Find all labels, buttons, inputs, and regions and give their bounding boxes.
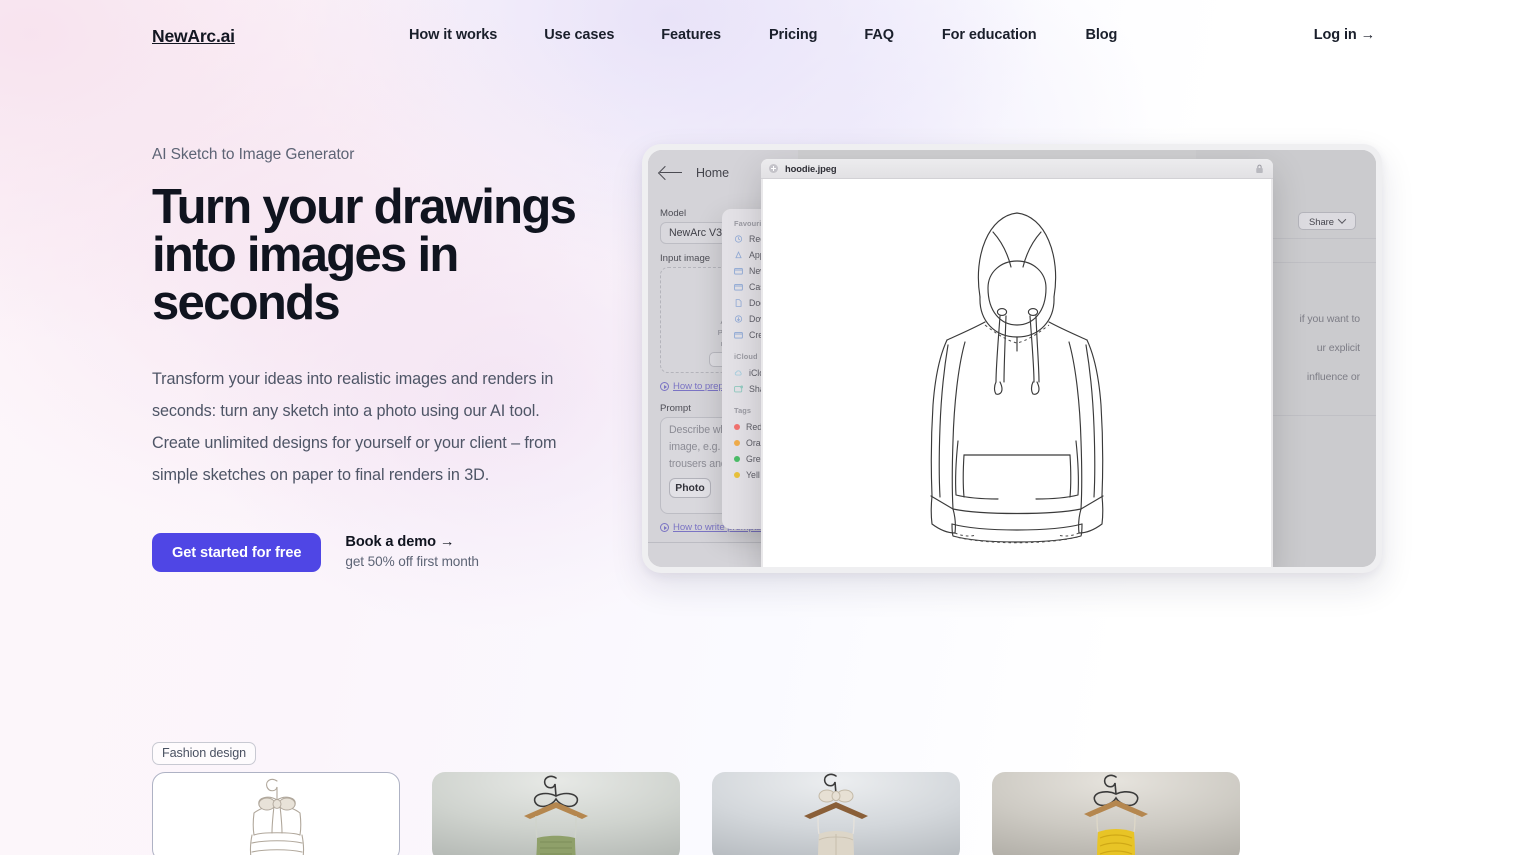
nav-item-pricing[interactable]: Pricing xyxy=(769,27,818,43)
input-image-label: Input image xyxy=(660,253,711,264)
clock-icon xyxy=(734,235,743,243)
book-demo-subtext: get 50% off first month xyxy=(345,554,479,569)
cloud-icon xyxy=(734,370,742,376)
finder-tag-label: Red xyxy=(746,422,763,432)
hero-subcopy: Transform your ideas into realistic imag… xyxy=(152,370,557,484)
play-circle-icon xyxy=(660,382,669,391)
tag-dot-icon xyxy=(734,472,740,478)
category-tag-fashion-design[interactable]: Fashion design xyxy=(152,742,257,765)
gallery-card-render-green[interactable] xyxy=(432,772,680,855)
finder-tag-red[interactable]: Red xyxy=(734,422,762,432)
folder-icon xyxy=(734,283,743,291)
yellow-top-render xyxy=(1084,774,1148,855)
finder-item-creative[interactable]: Cre xyxy=(734,330,763,340)
finder-group-icloud: iCloud xyxy=(734,352,758,361)
top-navigation: NewArc.ai How it works Use cases Feature… xyxy=(0,0,1520,72)
get-started-button[interactable]: Get started for free xyxy=(152,533,322,572)
app-header: Home xyxy=(660,166,729,180)
gallery-cards xyxy=(152,772,1240,855)
nav-item-how-it-works[interactable]: How it works xyxy=(409,27,497,43)
finder-item-icloud-drive[interactable]: iClo xyxy=(734,368,764,378)
top-sketch-drawing xyxy=(249,778,305,855)
finder-tag-orange[interactable]: Ora xyxy=(734,438,761,448)
photo-chip[interactable]: Photo xyxy=(669,478,711,498)
applications-icon xyxy=(735,251,742,259)
close-icon[interactable] xyxy=(769,164,778,173)
finder-tag-yellow[interactable]: Yell xyxy=(734,470,760,480)
gallery-card-sketch[interactable] xyxy=(152,772,400,855)
finder-tag-green[interactable]: Gre xyxy=(734,454,761,464)
tag-dot-icon xyxy=(734,456,740,462)
shared-folder-icon xyxy=(734,385,743,393)
how-to-prepare-label: How to prep xyxy=(673,381,724,392)
doc-text-line-3: influence or xyxy=(1306,371,1360,383)
hero-cta-row: Get started for free Book a demo → get 5… xyxy=(152,533,612,572)
folder-icon xyxy=(734,331,743,339)
preview-titlebar: hoodie.jpeg xyxy=(761,159,1273,179)
nav-item-features[interactable]: Features xyxy=(661,27,721,43)
white-top-render xyxy=(804,773,868,855)
green-top-render xyxy=(524,775,588,855)
hero-eyebrow: AI Sketch to Image Generator xyxy=(152,146,355,163)
hero-section: AI Sketch to Image Generator Turn your d… xyxy=(152,146,612,572)
prompt-placeholder-2: image, e.g. " xyxy=(669,441,727,453)
how-to-prepare-link[interactable]: How to prep xyxy=(660,381,724,392)
download-icon xyxy=(734,315,743,323)
book-demo-link[interactable]: Book a demo → xyxy=(345,534,478,550)
app-home-label: Home xyxy=(696,166,729,180)
preview-filename: hoodie.jpeg xyxy=(785,163,837,174)
lock-icon[interactable] xyxy=(1255,164,1264,174)
gallery-card-render-white[interactable] xyxy=(712,772,960,855)
hoodie-sketch xyxy=(930,212,1104,544)
preview-canvas xyxy=(763,179,1271,567)
folder-icon xyxy=(734,267,743,275)
book-demo-block: Book a demo → get 50% off first month xyxy=(345,533,479,569)
finder-tag-label: Gre xyxy=(746,454,761,464)
tag-dot-icon xyxy=(734,440,740,446)
nav-item-blog[interactable]: Blog xyxy=(1086,27,1118,43)
chevron-down-icon xyxy=(1337,215,1347,224)
login-link[interactable]: Log in → xyxy=(1314,27,1375,43)
model-label: Model xyxy=(660,208,687,219)
doc-text-line-2: ur explicit xyxy=(1316,342,1360,354)
finder-group-tags: Tags xyxy=(734,406,752,415)
prompt-label: Prompt xyxy=(660,403,691,414)
image-preview-window: hoodie.jpeg xyxy=(761,159,1273,567)
doc-text-line-1: if you want to xyxy=(1299,313,1361,325)
gallery-section: Fashion design xyxy=(152,742,1368,855)
page-title: Turn your drawings into images in second… xyxy=(152,180,577,330)
back-arrow-icon[interactable] xyxy=(660,166,682,180)
gallery-card-render-yellow[interactable] xyxy=(992,772,1240,855)
nav-item-faq[interactable]: FAQ xyxy=(864,27,894,43)
finder-tag-label: Yell xyxy=(746,470,760,480)
nav-item-use-cases[interactable]: Use cases xyxy=(544,27,614,43)
nav-links: How it works Use cases Features Pricing … xyxy=(409,27,1117,43)
play-circle-icon xyxy=(660,523,669,532)
tag-dot-icon xyxy=(734,424,740,430)
document-icon xyxy=(735,299,742,307)
prompt-placeholder-3: trousers and xyxy=(669,458,727,470)
brand-logo[interactable]: NewArc.ai xyxy=(152,26,235,47)
app-mockup: Home Model NewArc V3 Input image A PN n xyxy=(642,144,1382,573)
finder-tag-label: Ora xyxy=(746,438,761,448)
model-value: NewArc V3 xyxy=(669,227,722,239)
nav-item-for-education[interactable]: For education xyxy=(942,27,1037,43)
prompt-placeholder-1: Describe wh xyxy=(669,424,727,436)
share-label: Share xyxy=(1308,215,1335,227)
share-button[interactable]: Share xyxy=(1298,212,1356,230)
